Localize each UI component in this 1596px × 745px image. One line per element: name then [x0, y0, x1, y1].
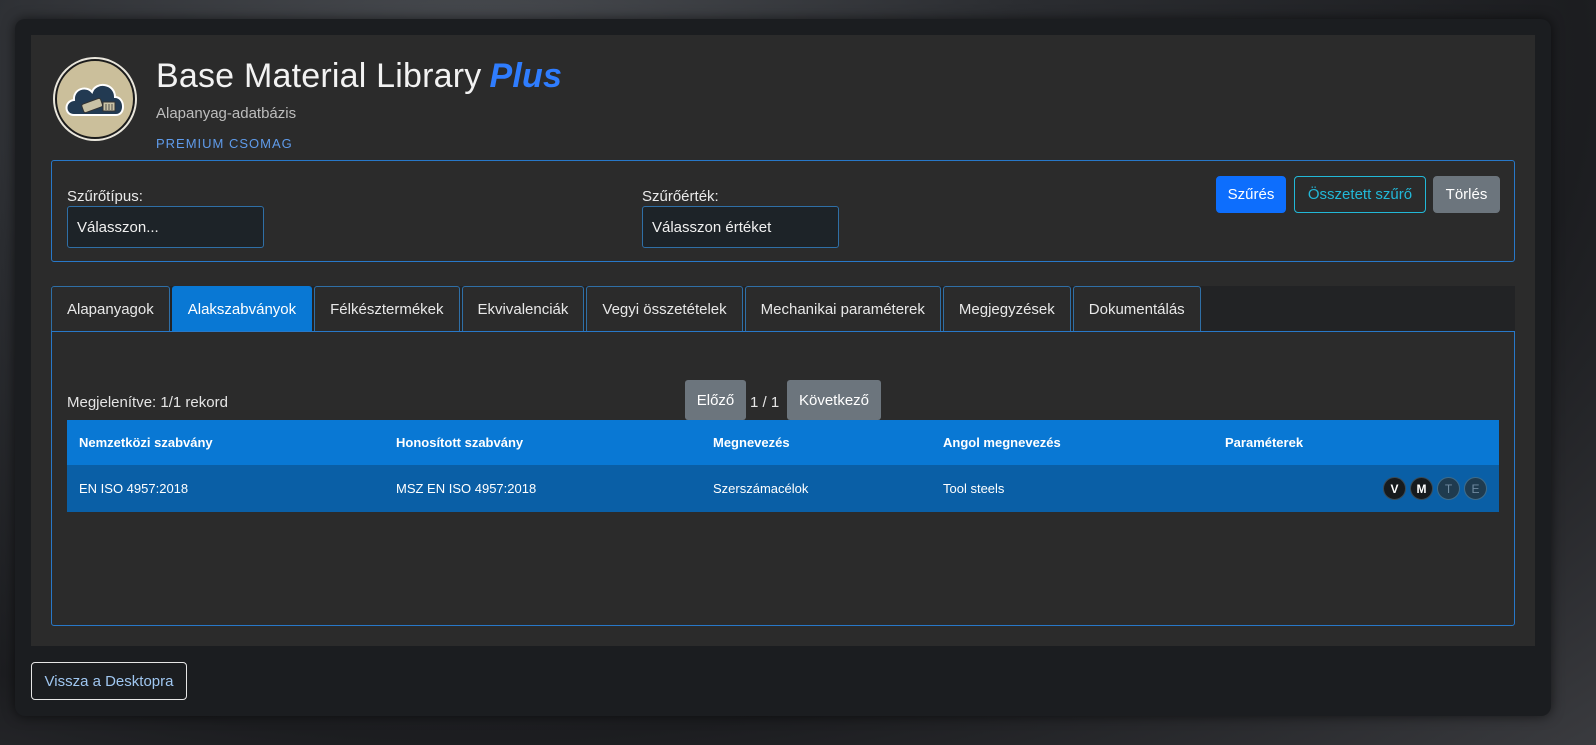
tab-bar: Alapanyagok Alakszabványok Félkésztermék…	[51, 286, 1515, 332]
cell-english-name: Tool steels	[943, 481, 1005, 496]
app-title-text: Base Material Library	[156, 57, 482, 95]
tab-ekvivalenciak[interactable]: Ekvivalenciák	[461, 286, 585, 332]
filter-value-select[interactable]: Válasszon értéket	[642, 206, 839, 248]
column-header[interactable]: Nemzetközi szabvány	[67, 420, 384, 465]
cell-intl-standard: EN ISO 4957:2018	[79, 481, 189, 496]
column-header[interactable]: Angol megnevezés	[931, 420, 1213, 465]
tab-felkesztermekek[interactable]: Félkésztermékek	[314, 286, 460, 332]
tab-mechanikai-parameterek[interactable]: Mechanikai paraméterek	[744, 286, 941, 332]
table-row[interactable]: EN ISO 4957:2018 MSZ EN ISO 4957:2018 Sz…	[67, 465, 1499, 512]
filter-type-label: Szűrőtípus:	[67, 188, 143, 205]
column-header: Paraméterek	[1225, 435, 1304, 450]
param-badge-v[interactable]: V	[1383, 477, 1406, 500]
filter-type-select[interactable]: Válasszon...	[67, 206, 264, 248]
app-header: Base Material Library Plus Alapanyag-adat…	[55, 57, 755, 171]
tab-content: Megjelenítve: 1/1 rekord Előző 1 / 1 Köv…	[51, 331, 1515, 626]
app-title: Base Material Library Plus	[156, 57, 562, 96]
filter-value-label: Szűrőérték:	[642, 188, 719, 205]
cell-parameters: V M T E	[1213, 465, 1499, 512]
tab-dokumentalas[interactable]: Dokumentálás	[1072, 286, 1201, 332]
param-badge-m[interactable]: M	[1410, 477, 1433, 500]
standards-table: Nemzetközi szabvány Honosított szabvány …	[67, 420, 1499, 512]
page-indicator: 1 / 1	[750, 394, 780, 411]
cell-local-standard: MSZ EN ISO 4957:2018	[396, 481, 537, 496]
app-subtitle: Alapanyag-adatbázis	[156, 105, 297, 122]
prev-page-button[interactable]: Előző	[685, 380, 746, 420]
record-count: Megjelenítve: 1/1 rekord	[67, 394, 228, 411]
app-title-plus: Plus	[489, 57, 563, 95]
app-window: Base Material Library Plus Alapanyag-adat…	[15, 19, 1551, 716]
main-panel: Base Material Library Plus Alapanyag-adat…	[31, 35, 1535, 646]
tab-megjegyzesek[interactable]: Megjegyzések	[942, 286, 1071, 332]
column-header[interactable]: Honosított szabvány	[384, 420, 701, 465]
back-to-desktop-button[interactable]: Vissza a Desktopra	[31, 662, 187, 700]
complex-filter-button[interactable]: Összetett szűrő	[1294, 176, 1426, 213]
table-header-row: Nemzetközi szabvány Honosított szabvány …	[67, 420, 1499, 465]
parameter-badges: V M T E	[1225, 477, 1487, 500]
package-badge: PREMIUM CSOMAG	[156, 136, 293, 151]
column-header[interactable]: Megnevezés	[701, 420, 931, 465]
cloud-library-logo-icon	[55, 59, 135, 139]
clear-filter-button[interactable]: Törlés	[1433, 176, 1500, 213]
cell-name: Szerszámacélok	[713, 481, 809, 496]
tab-vegyi-osszetetelek[interactable]: Vegyi összetételek	[586, 286, 743, 332]
param-badge-e[interactable]: E	[1464, 477, 1487, 500]
tab-alakszabvanyok[interactable]: Alakszabványok	[171, 286, 313, 332]
tab-alapanyagok[interactable]: Alapanyagok	[51, 286, 170, 332]
next-page-button[interactable]: Következő	[787, 380, 881, 420]
param-badge-t[interactable]: T	[1437, 477, 1460, 500]
filter-button[interactable]: Szűrés	[1216, 176, 1286, 213]
filter-panel: Szűrőtípus: Válasszon... Szűrőérték: Vál…	[51, 160, 1515, 262]
